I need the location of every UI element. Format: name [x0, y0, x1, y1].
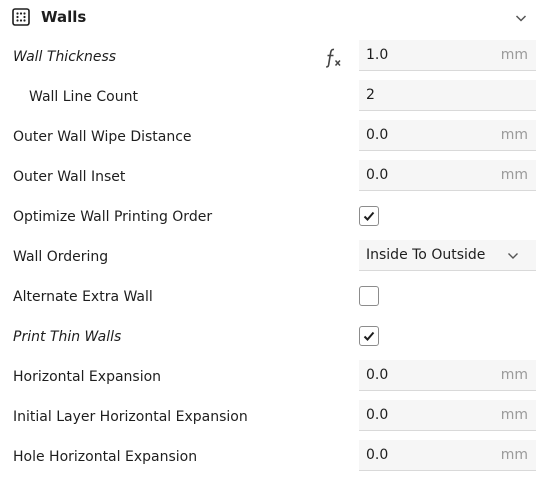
outer-wall-wipe-distance-field[interactable]: mm [359, 120, 536, 151]
wall-thickness-field[interactable]: mm [359, 40, 536, 71]
setting-wall-thickness: Wall Thickness mm [0, 38, 540, 78]
outer-wall-wipe-distance-input[interactable] [359, 120, 486, 150]
setting-initial-layer-horizontal-expansion: Initial Layer Horizontal Expansion mm [0, 398, 540, 438]
unit-label: mm [500, 407, 528, 423]
wall-line-count-field[interactable] [359, 80, 536, 111]
setting-label: Outer Wall Inset [13, 169, 126, 185]
setting-outer-wall-inset: Outer Wall Inset mm [0, 158, 540, 198]
print-thin-walls-checkbox[interactable] [359, 326, 379, 346]
unit-label: mm [500, 167, 528, 183]
setting-label: Horizontal Expansion [13, 369, 162, 385]
chevron-down-icon [508, 253, 518, 259]
horizontal-expansion-input[interactable] [359, 360, 486, 390]
hole-horizontal-expansion-input[interactable] [359, 440, 486, 470]
section-header[interactable]: Walls [0, 0, 540, 36]
walls-grid-icon [12, 8, 30, 26]
formula-icon[interactable] [323, 46, 345, 68]
setting-label: Print Thin Walls [13, 329, 122, 345]
unit-label: mm [500, 47, 528, 63]
unit-label: mm [500, 127, 528, 143]
section-title: Walls [41, 8, 87, 26]
setting-label: Wall Thickness [13, 49, 117, 65]
setting-wall-ordering: Wall Ordering Inside To Outside [0, 238, 540, 278]
setting-label: Initial Layer Horizontal Expansion [13, 409, 248, 425]
outer-wall-inset-field[interactable]: mm [359, 160, 536, 191]
setting-label: Wall Ordering [13, 249, 109, 265]
initial-layer-horizontal-expansion-field[interactable]: mm [359, 400, 536, 431]
hole-horizontal-expansion-field[interactable]: mm [359, 440, 536, 471]
chevron-down-icon[interactable] [514, 10, 528, 24]
setting-optimize-wall-printing-order: Optimize Wall Printing Order [0, 198, 540, 238]
setting-label: Alternate Extra Wall [13, 289, 153, 305]
unit-label: mm [500, 367, 528, 383]
initial-layer-horizontal-expansion-input[interactable] [359, 400, 486, 430]
setting-label: Wall Line Count [29, 89, 138, 105]
setting-alternate-extra-wall: Alternate Extra Wall [0, 278, 540, 318]
setting-label: Hole Horizontal Expansion [13, 449, 198, 465]
check-icon [363, 211, 375, 221]
setting-print-thin-walls: Print Thin Walls [0, 318, 540, 358]
optimize-wall-printing-order-checkbox[interactable] [359, 206, 379, 226]
outer-wall-inset-input[interactable] [359, 160, 486, 190]
wall-ordering-dropdown[interactable]: Inside To Outside [359, 240, 536, 271]
wall-thickness-input[interactable] [359, 40, 486, 70]
horizontal-expansion-field[interactable]: mm [359, 360, 536, 391]
unit-label: mm [500, 447, 528, 463]
setting-label: Outer Wall Wipe Distance [13, 129, 192, 145]
setting-wall-line-count: Wall Line Count [0, 78, 540, 118]
setting-horizontal-expansion: Horizontal Expansion mm [0, 358, 540, 398]
alternate-extra-wall-checkbox[interactable] [359, 286, 379, 306]
setting-label: Optimize Wall Printing Order [13, 209, 213, 225]
setting-outer-wall-wipe-distance: Outer Wall Wipe Distance mm [0, 118, 540, 158]
setting-hole-horizontal-expansion: Hole Horizontal Expansion mm [0, 438, 540, 478]
wall-line-count-input[interactable] [359, 80, 486, 110]
check-icon [363, 331, 375, 341]
wall-ordering-selected: Inside To Outside [366, 247, 486, 263]
